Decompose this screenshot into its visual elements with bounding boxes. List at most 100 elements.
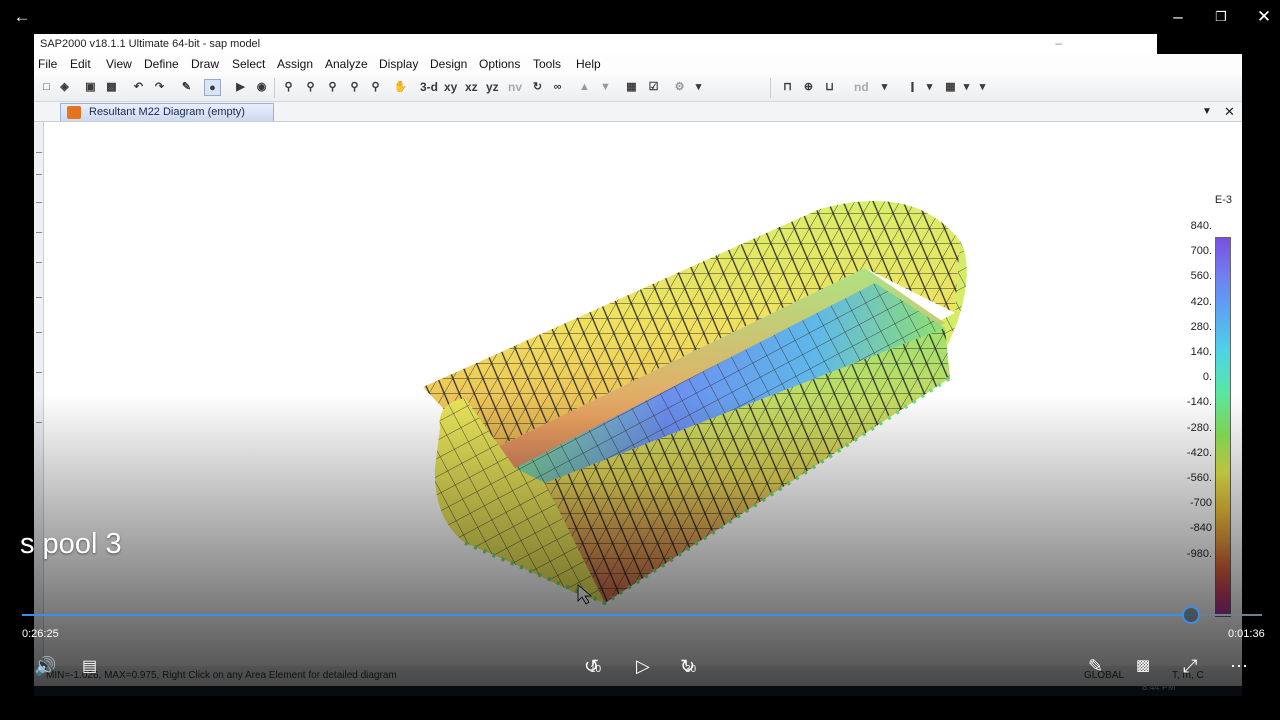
minimize-icon[interactable]: – [1164,6,1192,30]
new-file-icon: □ [43,81,50,93]
menu-display: Display [379,57,419,71]
video-title: s pool 3 [20,528,122,560]
view-3d-button: 3-d [420,80,438,94]
seek-bar-played [22,614,1192,616]
restore-icon[interactable]: ❐ [1207,6,1235,30]
legend-value: -280. [1186,421,1212,434]
legend-value: -140. [1186,396,1212,409]
sap-title-text: SAP2000 v18.1.1 Ultimate 64-bit - sap mo… [40,38,261,50]
video-frame[interactable]: SAP2000 v18.1.1 Ultimate 64-bit - sap mo… [34,34,1242,696]
side-tool [36,174,42,175]
play-button[interactable]: ▷ [636,656,650,677]
side-tool [36,232,42,233]
sap-window-title: SAP2000 v18.1.1 Ultimate 64-bit - sap mo… [34,34,1157,54]
tag-icon: ◈ [60,81,69,93]
nd-dropdown-icon: ▾ [881,81,888,93]
view-yz-button: yz [486,80,499,94]
legend-value: 420. [1190,295,1212,308]
seek-bar[interactable] [22,606,1262,624]
view-xy-button: xy [444,80,458,94]
tab-title: Resultant M22 Diagram (empty) [89,106,245,118]
skip-forward-button[interactable]: ↻ 30 [680,656,697,677]
side-tool [36,152,42,153]
contour-legend-bar [1215,237,1231,617]
menu-define: Define [144,57,179,71]
legend-value: -840 [1189,522,1212,535]
menu-draw: Draw [191,57,220,71]
view-nv-button: nv [508,80,523,94]
player-top-bar: ← – ❐ ✕ [0,0,1280,34]
skip-forward-label: 30 [685,664,697,675]
legend-value: 0. [1202,371,1212,384]
save-icon: ▣ [85,81,96,93]
side-tool [36,372,42,373]
legend-value: 560. [1190,270,1212,283]
menu-view: View [106,57,132,71]
table-icon: ▦ [945,81,956,93]
pan-hand-icon: ✋ [393,81,408,93]
sap-side-toolbar [34,122,44,696]
sap-model-icon [67,106,81,119]
side-tool [36,262,42,263]
menu-assign: Assign [277,57,314,71]
legend-value: 280. [1190,320,1212,333]
menu-analyze: Analyze [325,57,368,71]
move-down-icon: ▼ [600,81,611,93]
menu-tools: Tools [533,57,562,71]
skip-back-button[interactable]: ↺ 10 [584,656,602,677]
menu-options: Options [479,57,521,71]
view-xz-button: xz [465,80,478,94]
tab-dropdown-icon: ▼ [1202,106,1212,117]
model-viewport [45,123,1242,670]
legend-value: 840. [1190,220,1212,232]
legend-value: -700 [1189,497,1212,510]
edit-pencil-icon[interactable]: ✎ [1088,656,1103,677]
rotate-icon: ↻ [532,81,543,93]
redo-icon: ↷ [154,81,165,93]
lock-icon: ● [204,79,221,96]
sap-toolbar: □ ◈ ▣ ▩ ↶ ↷ ✎ ● ▶ ◉ ⚲ ⚲ ⚲ ⚲ ⚲ ✋ 3-d xy x… [34,74,1242,102]
legend-value: -420. [1186,446,1212,459]
tab-close-icon: ✕ [1224,104,1235,119]
side-tool [36,202,42,203]
checkbox-icon: ☑ [648,81,659,93]
menu-edit: Edit [70,57,91,71]
run-step-icon: ◉ [256,81,267,93]
menu-select: Select [232,57,266,71]
taskbar-clock: 8:44 PM [1142,682,1176,692]
toolbar-separator [274,78,275,98]
close-icon[interactable]: ✕ [1250,6,1278,30]
sap-menu-bar: File Edit View Define Draw Select Assign… [34,54,1242,74]
undo-icon: ↶ [133,81,144,93]
legend-exponent: E-3 [1214,194,1232,206]
more-dropdown-icon: ▾ [979,81,986,93]
legend-value: -980. [1186,547,1212,560]
toolbar-separator [770,78,771,98]
table-dropdown-icon: ▾ [963,81,970,93]
menu-design: Design [430,57,468,71]
capture-border [1157,34,1242,54]
skip-back-label: 10 [590,664,602,675]
options-dropdown-icon: ▾ [695,81,702,93]
zoom-out-icon: ⚲ [350,81,359,93]
tab-resultant-m22: Resultant M22 Diagram (empty) [60,103,274,121]
mini-view-icon[interactable]: ▩ [1136,656,1150,674]
menu-file: File [38,57,58,71]
volume-icon[interactable]: 🔊 [34,656,56,677]
zoom-previous-icon: ⚲ [371,81,380,93]
fullscreen-icon[interactable]: ⤢ [1183,656,1197,677]
moment-icon: ⊔ [825,81,834,93]
zoom-window-icon: ⚲ [284,81,293,93]
back-arrow-icon[interactable]: ← [8,6,36,30]
run-icon: ▶ [236,81,245,93]
zoom-extents-icon: ⚲ [306,81,315,93]
grid-icon: ▦ [626,81,637,93]
section-dropdown-icon: ▾ [926,81,933,93]
captions-icon[interactable]: ▤ [82,656,97,676]
side-tool [36,422,42,423]
elapsed-time: 0:26:25 [22,628,59,640]
more-options-icon[interactable]: ⋯ [1230,656,1248,677]
zoom-in-icon: ⚲ [328,81,337,93]
status-text: MIN=-1.026, MAX=0.975, Right Click on an… [46,670,397,681]
bay-icon: ⊕ [803,81,814,93]
